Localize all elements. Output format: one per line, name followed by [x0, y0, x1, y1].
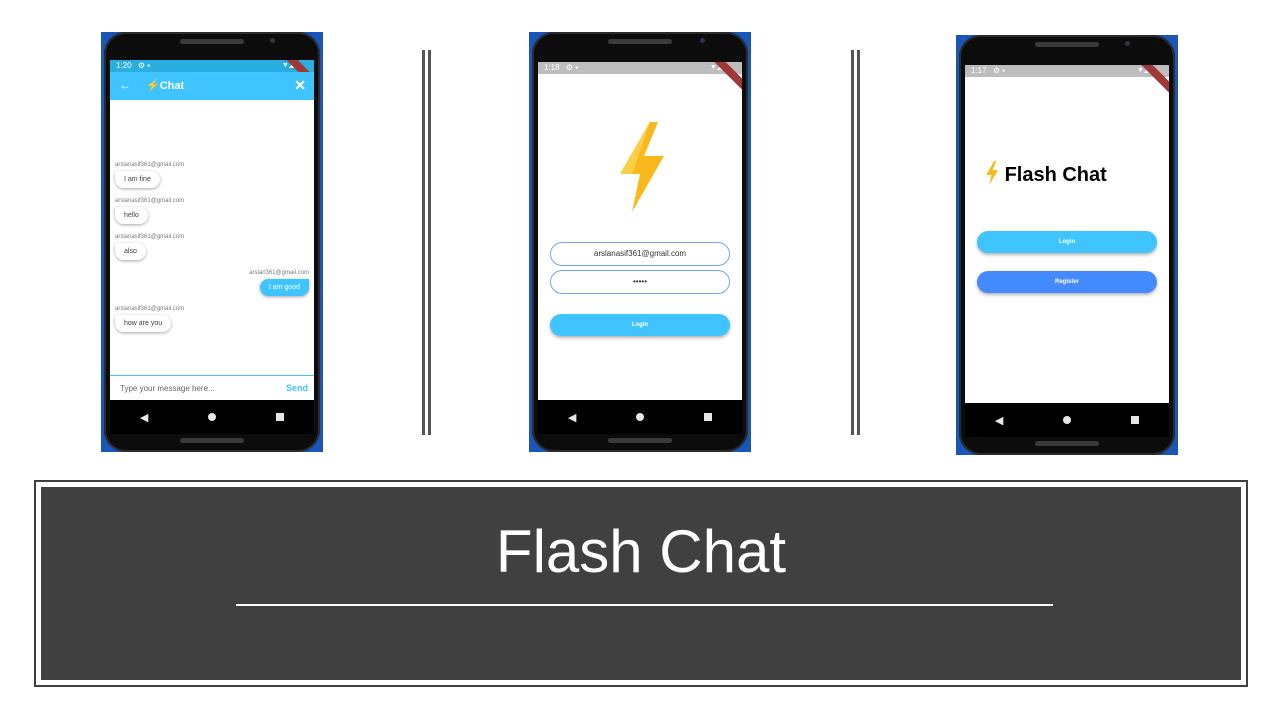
separator-line — [857, 50, 860, 435]
message-sender: arslanasif361@gmail.com — [115, 306, 185, 312]
welcome-screen: 1:17 ⚙ ▪ ▼◢▮ Flash Chat Login Register — [965, 65, 1169, 407]
nav-back-icon[interactable]: ◀ — [140, 411, 148, 424]
settings-icon: ⚙ ▪ — [992, 66, 1006, 75]
login-button[interactable]: Login — [550, 314, 730, 336]
android-nav-bar: ◀ — [538, 400, 742, 434]
chat-title: ⚡Chat — [146, 79, 184, 92]
message-sender: arslanasif361@gmail.com — [115, 198, 185, 204]
camera-dot — [270, 38, 275, 43]
phone-welcome-screen: 1:17 ⚙ ▪ ▼◢▮ Flash Chat Login Register ◀ — [956, 35, 1178, 455]
banner-title: Flash Chat — [495, 518, 787, 585]
login-button[interactable]: Login — [977, 231, 1157, 253]
message-item: arslanasif361@gmail.com how are you — [115, 306, 184, 332]
message-bubble: I am fine — [115, 171, 160, 188]
brand-title: Flash Chat — [985, 161, 1107, 187]
message-input[interactable]: Type your message here... — [120, 384, 215, 393]
nav-home-icon[interactable] — [636, 413, 645, 421]
message-item: arslanasif361@gmail.com I am fine — [115, 162, 184, 188]
status-time: 1:17 — [971, 66, 987, 75]
speaker-grille — [180, 39, 244, 44]
lightning-bolt-icon: ⚡ — [146, 80, 160, 92]
status-time: 1:20 — [116, 61, 132, 70]
message-list: arslanasif361@gmail.com I am fine arslan… — [110, 100, 314, 374]
title-underline — [236, 604, 1053, 606]
nav-back-icon[interactable]: ◀ — [995, 414, 1003, 427]
phone-chat-screen: 1:20 ⚙ ▪ ▼◢▮ ← ⚡Chat ✕ arslanasif361@gma… — [101, 32, 323, 452]
speaker-grille — [1035, 42, 1099, 47]
phone-login-screen: 1:18 ⚙ ▪ ▼◢▮ arslanasif361@gmail.com •••… — [529, 32, 751, 452]
nav-home-icon[interactable] — [1063, 416, 1072, 424]
android-nav-bar: ◀ — [965, 403, 1169, 437]
message-sender: arslanasif361@gmail.com — [115, 234, 185, 240]
nav-home-icon[interactable] — [208, 413, 217, 421]
message-bubble: hello — [115, 207, 148, 224]
nav-recents-icon[interactable] — [704, 413, 713, 421]
nav-recents-icon[interactable] — [1131, 416, 1140, 424]
separator-line — [422, 50, 425, 435]
separator-line — [851, 50, 854, 435]
message-sender: arslan361@gmail.com — [249, 270, 309, 276]
send-button[interactable]: Send — [286, 383, 308, 393]
message-item: arslanasif361@gmail.com also — [115, 234, 184, 260]
status-bar: 1:20 ⚙ ▪ ▼◢▮ — [110, 60, 314, 72]
message-composer: Type your message here... Send — [110, 375, 314, 400]
settings-icon: ⚙ ▪ — [565, 63, 579, 72]
chin-grille — [1035, 441, 1099, 446]
title-banner: Flash Chat — [34, 480, 1248, 687]
lightning-bolt-icon — [620, 122, 664, 212]
arrow-left-icon[interactable]: ← — [119, 78, 131, 92]
status-icons: ⚙ ▪ — [137, 61, 151, 70]
camera-dot — [1125, 41, 1130, 46]
chat-title-text: Chat — [159, 80, 185, 92]
chat-app-bar: ← ⚡Chat ✕ — [110, 72, 314, 100]
message-sender: arslanasif361@gmail.com — [115, 162, 185, 168]
status-bar: 1:18 ⚙ ▪ ▼◢▮ — [538, 62, 742, 74]
message-bubble: I am good — [259, 279, 309, 296]
status-time: 1:18 — [544, 63, 560, 72]
nav-back-icon[interactable]: ◀ — [568, 411, 576, 424]
android-nav-bar: ◀ — [110, 400, 314, 434]
separator-line — [428, 50, 431, 435]
email-field[interactable]: arslanasif361@gmail.com — [550, 242, 730, 266]
message-item: arslan361@gmail.com I am good — [249, 270, 309, 296]
status-bar: 1:17 ⚙ ▪ ▼◢▮ — [965, 65, 1169, 77]
register-button[interactable]: Register — [977, 271, 1157, 293]
message-item: arslanasif361@gmail.com hello — [115, 198, 184, 224]
chin-grille — [180, 438, 244, 443]
nav-recents-icon[interactable] — [276, 413, 285, 421]
message-bubble: also — [115, 243, 146, 260]
speaker-grille — [608, 39, 672, 44]
camera-dot — [700, 38, 705, 43]
chin-grille — [608, 438, 672, 443]
phone-frame: 1:18 ⚙ ▪ ▼◢▮ arslanasif361@gmail.com •••… — [532, 32, 748, 452]
login-screen: 1:18 ⚙ ▪ ▼◢▮ arslanasif361@gmail.com •••… — [538, 62, 742, 402]
phone-frame: 1:17 ⚙ ▪ ▼◢▮ Flash Chat Login Register ◀ — [959, 35, 1175, 455]
brand-title-text: Flash Chat — [1004, 164, 1107, 186]
chat-screen: 1:20 ⚙ ▪ ▼◢▮ ← ⚡Chat ✕ arslanasif361@gma… — [110, 60, 314, 400]
message-bubble: how are you — [115, 315, 172, 332]
lightning-bolt-icon — [986, 161, 998, 185]
title-banner-panel: Flash Chat — [39, 485, 1243, 682]
close-icon[interactable]: ✕ — [294, 77, 306, 94]
password-field[interactable]: ••••• — [550, 270, 730, 294]
phone-frame: 1:20 ⚙ ▪ ▼◢▮ ← ⚡Chat ✕ arslanasif361@gma… — [104, 32, 320, 452]
